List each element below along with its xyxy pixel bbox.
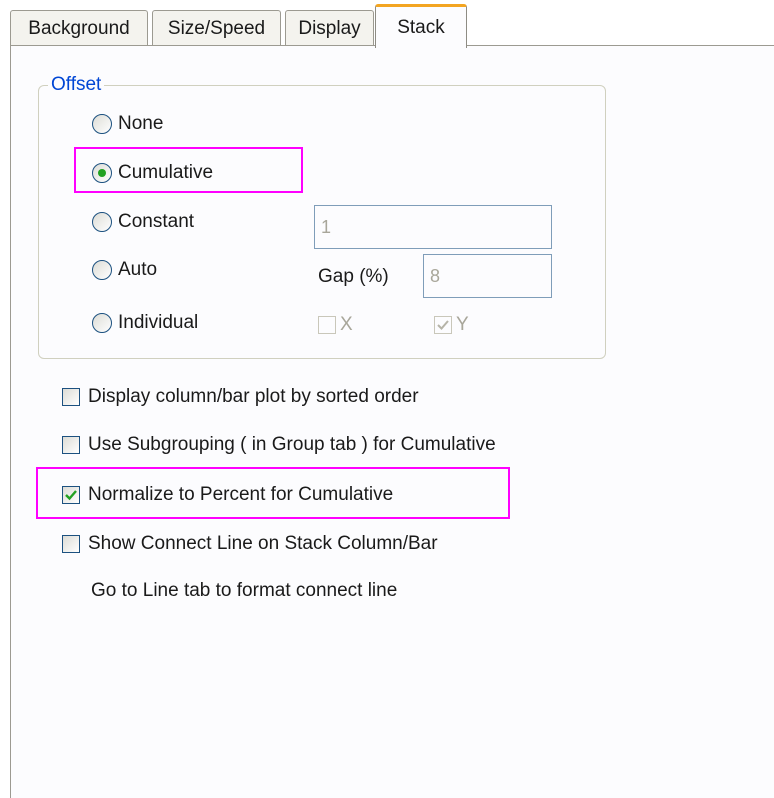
tab-label: Background xyxy=(28,17,130,39)
tab-stack[interactable]: Stack xyxy=(375,4,467,48)
radio-label: Cumulative xyxy=(118,162,214,183)
checkbox[interactable] xyxy=(62,436,80,454)
option-show-connect-line[interactable]: Show Connect Line on Stack Column/Bar xyxy=(62,533,438,555)
radio-cumulative[interactable]: Cumulative xyxy=(92,162,213,184)
radio-label: None xyxy=(118,113,164,134)
radio-constant[interactable]: Constant xyxy=(92,211,194,233)
radio-button-selected[interactable] xyxy=(92,163,112,183)
radio-individual[interactable]: Individual xyxy=(92,312,198,334)
checkbox-checked[interactable] xyxy=(62,486,80,504)
tab-label: Display xyxy=(298,17,361,39)
option-label: Show Connect Line on Stack Column/Bar xyxy=(88,533,438,554)
y-individual-checkbox-row[interactable]: Y xyxy=(434,314,469,336)
radio-button[interactable] xyxy=(92,313,112,333)
radio-button[interactable] xyxy=(92,212,112,232)
gap-value: 8 xyxy=(430,265,441,286)
option-normalize-percent[interactable]: Normalize to Percent for Cumulative xyxy=(62,484,393,506)
check-mark-icon xyxy=(437,320,449,330)
tab-label: Stack xyxy=(397,16,445,38)
gap-label: Gap (%) xyxy=(318,266,389,287)
tab-display[interactable]: Display xyxy=(285,10,374,46)
tab-size-speed[interactable]: Size/Speed xyxy=(152,10,281,46)
x-label: X xyxy=(340,314,353,335)
y-checkbox[interactable] xyxy=(434,316,452,334)
radio-none[interactable]: None xyxy=(92,113,163,135)
constant-offset-input[interactable]: 1 xyxy=(314,205,552,249)
radio-selected-dot xyxy=(98,169,106,177)
radio-auto[interactable]: Auto xyxy=(92,259,157,281)
connect-line-note: Go to Line tab to format connect line xyxy=(91,580,398,601)
x-checkbox[interactable] xyxy=(318,316,336,334)
option-sorted-order[interactable]: Display column/bar plot by sorted order xyxy=(62,386,419,408)
option-use-subgrouping[interactable]: Use Subgrouping ( in Group tab ) for Cum… xyxy=(62,434,496,456)
gap-input[interactable]: 8 xyxy=(423,254,552,298)
option-label: Display column/bar plot by sorted order xyxy=(88,386,419,407)
radio-label: Auto xyxy=(118,259,158,280)
checkbox[interactable] xyxy=(62,388,80,406)
y-label: Y xyxy=(456,314,469,335)
radio-button[interactable] xyxy=(92,114,112,134)
radio-label: Constant xyxy=(118,211,195,232)
radio-label: Individual xyxy=(118,312,199,333)
option-label: Normalize to Percent for Cumulative xyxy=(88,484,394,505)
x-individual-checkbox-row[interactable]: X xyxy=(318,314,353,336)
offset-group-label: Offset xyxy=(48,74,105,96)
option-label: Use Subgrouping ( in Group tab ) for Cum… xyxy=(88,434,496,455)
radio-button[interactable] xyxy=(92,260,112,280)
constant-offset-value: 1 xyxy=(321,216,332,237)
tab-background[interactable]: Background xyxy=(10,10,148,46)
checkbox[interactable] xyxy=(62,535,80,553)
tab-label: Size/Speed xyxy=(167,17,266,39)
check-mark-icon xyxy=(65,490,77,501)
